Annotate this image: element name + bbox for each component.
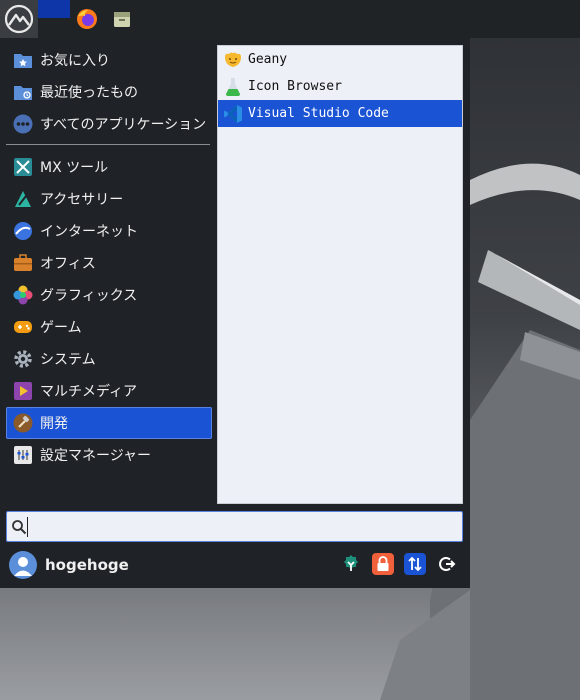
all-apps-icon <box>12 113 34 135</box>
lock-screen-icon <box>377 556 389 571</box>
workspace-indicator[interactable] <box>38 0 70 18</box>
app-label: Geany <box>248 52 288 67</box>
mx-logo-icon <box>4 4 34 34</box>
category-label: システム <box>40 352 96 368</box>
switch-user-button[interactable] <box>404 553 426 575</box>
category-label: お気に入り <box>40 53 110 69</box>
icon-browser-icon <box>222 76 244 98</box>
app-item-icon-browser[interactable]: Icon Browser <box>218 73 462 100</box>
settings-manager-icon <box>12 444 34 466</box>
category-graphics[interactable]: グラフィックス <box>6 279 212 311</box>
application-menu: お気に入り 最近使ったもの すべてのアプリケーション MX ツール アクセサリー… <box>0 38 470 588</box>
multimedia-icon <box>12 380 34 402</box>
category-label: 開発 <box>40 416 68 432</box>
category-office[interactable]: オフィス <box>6 247 212 279</box>
category-games[interactable]: ゲーム <box>6 311 212 343</box>
category-recent[interactable]: 最近使ったもの <box>6 76 212 108</box>
category-label: グラフィックス <box>40 288 138 304</box>
category-label: すべてのアプリケーション <box>40 117 207 133</box>
app-item-geany[interactable]: Geany <box>218 46 462 73</box>
switch-user-icon <box>408 556 422 572</box>
logout-button[interactable] <box>436 553 458 575</box>
category-favorites[interactable]: お気に入り <box>6 44 212 76</box>
vscode-icon <box>222 103 244 125</box>
mx-tools-icon <box>12 156 34 178</box>
user-avatar-icon <box>14 557 32 576</box>
category-multimedia[interactable]: マルチメディア <box>6 375 212 407</box>
start-menu-button[interactable] <box>0 0 38 38</box>
category-label: アクセサリー <box>40 192 124 208</box>
search-box[interactable] <box>6 511 463 542</box>
firefox-icon <box>77 9 97 29</box>
development-icon <box>12 412 34 434</box>
system-icon <box>12 348 34 370</box>
settings-action-icon <box>344 555 358 571</box>
category-label: MX ツール <box>40 160 109 176</box>
favorites-folder-icon <box>12 49 34 71</box>
office-icon <box>12 252 34 274</box>
search-input[interactable] <box>32 514 462 539</box>
category-mx-tools[interactable]: MX ツール <box>6 151 212 183</box>
category-label: オフィス <box>40 256 96 272</box>
graphics-icon <box>12 284 34 306</box>
category-development[interactable]: 開発 <box>6 407 212 439</box>
category-separator <box>6 144 210 145</box>
category-accessories[interactable]: アクセサリー <box>6 183 212 215</box>
firefox-launcher[interactable] <box>73 0 101 38</box>
category-label: 設定マネージャー <box>40 448 152 464</box>
menu-footer: hogehoge <box>0 548 470 588</box>
avatar[interactable] <box>9 551 37 579</box>
category-list: お気に入り 最近使ったもの すべてのアプリケーション MX ツール アクセサリー… <box>6 44 212 471</box>
logout-icon <box>439 557 456 571</box>
recent-folder-icon <box>12 81 34 103</box>
app-label: Icon Browser <box>248 79 342 94</box>
search-icon <box>12 519 27 534</box>
category-settings-manager[interactable]: 設定マネージャー <box>6 439 212 471</box>
category-internet[interactable]: インターネット <box>6 215 212 247</box>
file-manager-icon <box>114 12 130 27</box>
lock-screen-button[interactable] <box>372 553 394 575</box>
internet-icon <box>12 220 34 242</box>
category-label: マルチメディア <box>40 384 138 400</box>
text-cursor <box>27 516 28 537</box>
file-manager-launcher[interactable] <box>108 0 136 38</box>
category-system[interactable]: システム <box>6 343 212 375</box>
settings-action-button[interactable] <box>340 553 362 575</box>
geany-icon <box>222 49 244 71</box>
category-label: インターネット <box>40 224 138 240</box>
application-list: Geany Icon Browser Visual Studio Code <box>217 45 463 504</box>
top-panel <box>0 0 580 38</box>
games-icon <box>12 316 34 338</box>
username[interactable]: hogehoge <box>45 556 129 574</box>
category-label: ゲーム <box>40 320 82 336</box>
category-label: 最近使ったもの <box>40 85 138 101</box>
category-all-applications[interactable]: すべてのアプリケーション <box>6 108 212 140</box>
app-item-visual-studio-code[interactable]: Visual Studio Code <box>218 100 462 127</box>
accessories-icon <box>12 188 34 210</box>
app-label: Visual Studio Code <box>248 106 389 121</box>
